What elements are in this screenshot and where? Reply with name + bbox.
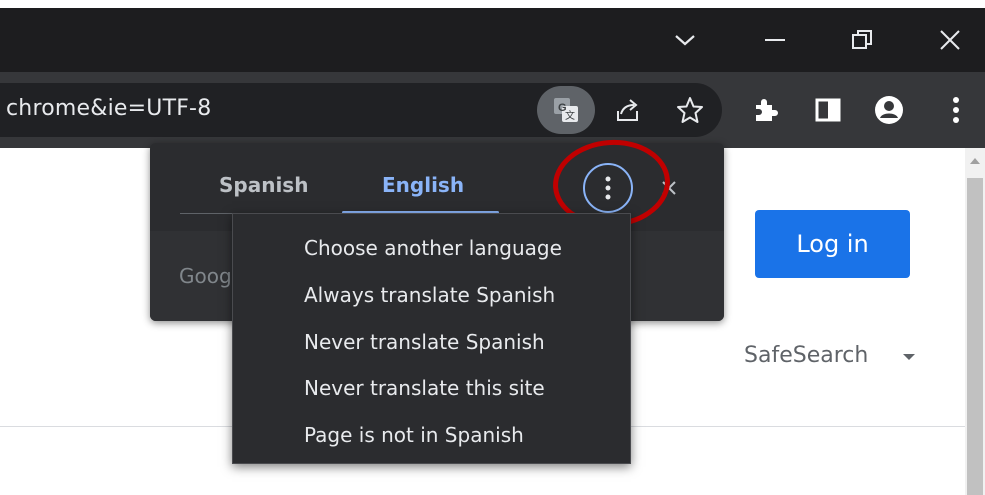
share-button[interactable]	[608, 72, 648, 148]
menu-item-never-translate-site[interactable]: Never translate this site	[233, 364, 630, 410]
side-panel-icon	[815, 98, 841, 122]
title-bar	[0, 8, 985, 72]
browser-toolbar: chrome&ie=UTF-8 G 文	[0, 72, 985, 148]
minimize-icon	[765, 39, 785, 41]
menu-item-always-translate[interactable]: Always translate Spanish	[233, 271, 630, 317]
safesearch-dropdown-icon[interactable]	[903, 354, 915, 360]
profile-icon	[875, 96, 903, 124]
kebab-menu-icon	[953, 97, 959, 123]
scrollbar-thumb[interactable]	[967, 178, 983, 495]
svg-text:文: 文	[565, 109, 575, 122]
tab-english[interactable]: English	[382, 173, 464, 197]
safesearch-label[interactable]: SafeSearch	[744, 343, 868, 368]
minimize-button[interactable]	[735, 8, 815, 72]
menu-item-label: Page is not in Spanish	[304, 423, 524, 447]
close-window-button[interactable]	[910, 8, 985, 72]
extensions-icon	[756, 99, 778, 121]
restore-button[interactable]	[822, 8, 902, 72]
star-icon	[677, 97, 703, 123]
translate-options-menu: Choose another language Always translate…	[232, 213, 631, 464]
translate-icon: G 文	[554, 98, 578, 122]
close-icon	[940, 30, 960, 50]
bookmark-button[interactable]	[670, 72, 710, 148]
chrome-menu-button[interactable]	[936, 72, 976, 148]
menu-item-label: Never translate this site	[304, 376, 545, 400]
restore-icon	[852, 30, 872, 49]
menu-item-never-translate-language[interactable]: Never translate Spanish	[233, 318, 630, 364]
url-text[interactable]: chrome&ie=UTF-8	[6, 96, 211, 121]
share-icon	[617, 99, 638, 121]
menu-item-choose-another-language[interactable]: Choose another language	[233, 224, 630, 270]
menu-item-label: Never translate Spanish	[304, 330, 545, 354]
side-panel-button[interactable]	[808, 72, 848, 148]
partial-google-text: Goog	[179, 264, 232, 288]
menu-item-label: Choose another language	[304, 236, 562, 260]
tab-search-button[interactable]	[645, 8, 725, 72]
translate-button[interactable]: G 文	[537, 86, 595, 134]
menu-item-page-not-in-language[interactable]: Page is not in Spanish	[233, 411, 630, 457]
profile-button[interactable]	[869, 72, 909, 148]
chevron-down-icon	[675, 35, 695, 46]
scroll-up-arrow-icon[interactable]	[970, 158, 980, 164]
menu-item-label: Always translate Spanish	[304, 283, 556, 307]
tab-spanish[interactable]: Spanish	[219, 173, 308, 197]
login-button[interactable]: Log in	[755, 210, 910, 278]
extensions-button[interactable]	[746, 72, 786, 148]
